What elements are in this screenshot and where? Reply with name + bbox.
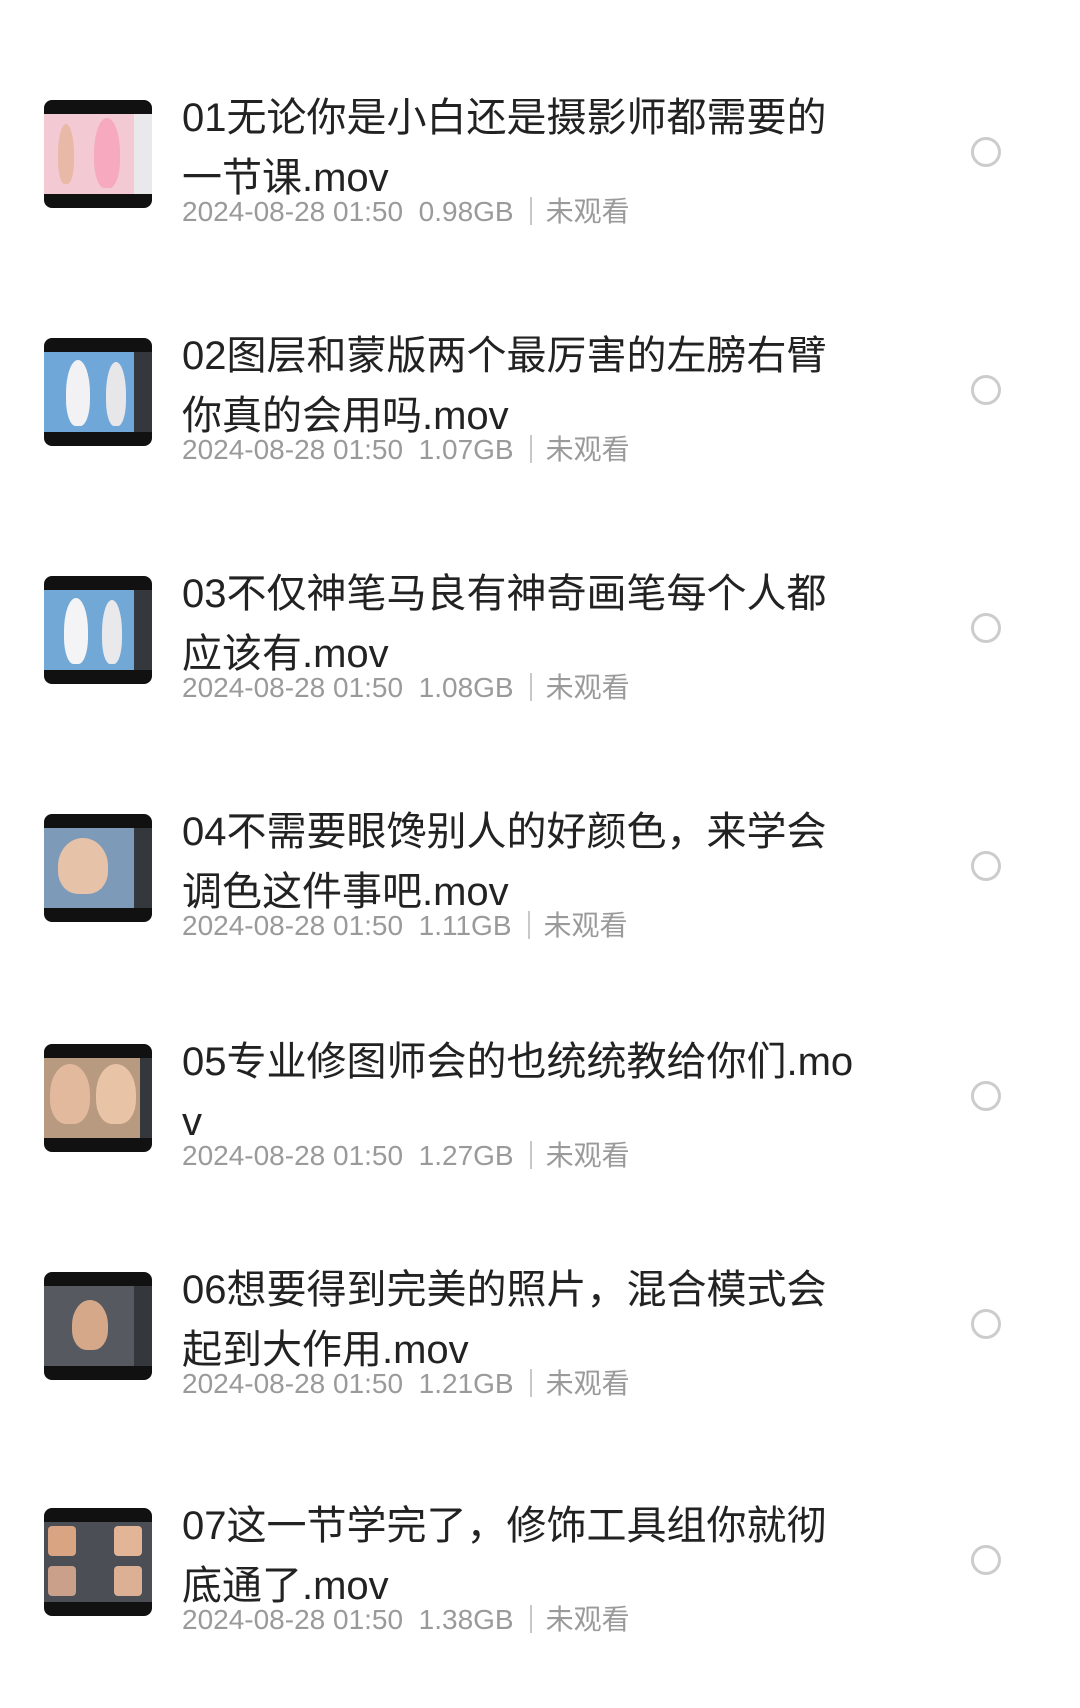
- video-title: 03不仅神笔马良有神奇画笔每个人都应该有.mov: [182, 572, 827, 676]
- video-thumbnail: [44, 814, 152, 922]
- video-thumbnail: [44, 100, 152, 208]
- video-size: 1.08GB: [418, 672, 514, 703]
- watch-status: 未观看: [545, 196, 630, 227]
- watch-status: 未观看: [545, 672, 630, 703]
- watch-status: 未观看: [545, 1140, 630, 1171]
- list-item[interactable]: 01无论你是小白还是摄影师都需要的一节课.mov 2024-08-28 01:5…: [0, 96, 1080, 300]
- video-date: 2024-08-28 01:50: [182, 434, 404, 465]
- select-radio[interactable]: [971, 375, 1001, 405]
- video-title: 07这一节学完了，修饰工具组你就彻底通了.mov: [182, 1504, 827, 1608]
- watch-status: 未观看: [545, 1604, 630, 1635]
- divider: [529, 435, 532, 463]
- video-title: 01无论你是小白还是摄影师都需要的一节课.mov: [182, 96, 827, 200]
- divider: [527, 911, 530, 939]
- video-size: 1.11GB: [418, 910, 512, 941]
- video-thumbnail: [44, 1272, 152, 1380]
- divider: [529, 673, 532, 701]
- video-meta: 2024-08-28 01:50 1.08GB 未观看: [182, 670, 630, 706]
- select-radio[interactable]: [971, 1545, 1001, 1575]
- video-meta: 2024-08-28 01:50 1.21GB 未观看: [182, 1366, 630, 1402]
- video-meta: 2024-08-28 01:50 1.38GB 未观看: [182, 1602, 630, 1638]
- select-radio[interactable]: [971, 137, 1001, 167]
- video-meta: 2024-08-28 01:50 1.27GB 未观看: [182, 1138, 630, 1174]
- video-title: 02图层和蒙版两个最厉害的左膀右臂你真的会用吗.mov: [182, 334, 827, 438]
- watch-status: 未观看: [543, 910, 628, 941]
- select-radio[interactable]: [971, 1309, 1001, 1339]
- video-thumbnail: [44, 576, 152, 684]
- video-meta: 2024-08-28 01:50 1.07GB 未观看: [182, 432, 630, 468]
- list-item[interactable]: 02图层和蒙版两个最厉害的左膀右臂你真的会用吗.mov 2024-08-28 0…: [0, 334, 1080, 538]
- video-title: 06想要得到完美的照片，混合模式会起到大作用.mov: [182, 1268, 827, 1372]
- video-size: 1.07GB: [418, 434, 514, 465]
- video-date: 2024-08-28 01:50: [182, 1368, 404, 1399]
- video-thumbnail: [44, 338, 152, 446]
- video-date: 2024-08-28 01:50: [182, 1604, 404, 1635]
- list-item[interactable]: 07这一节学完了，修饰工具组你就彻底通了.mov 2024-08-28 01:5…: [0, 1504, 1080, 1708]
- list-item[interactable]: 03不仅神笔马良有神奇画笔每个人都应该有.mov 2024-08-28 01:5…: [0, 572, 1080, 776]
- select-radio[interactable]: [971, 851, 1001, 881]
- divider: [529, 1141, 532, 1169]
- video-thumbnail: [44, 1044, 152, 1152]
- video-title: 04不需要眼馋别人的好颜色，来学会调色这件事吧.mov: [182, 810, 827, 914]
- video-meta: 2024-08-28 01:50 0.98GB 未观看: [182, 194, 630, 230]
- select-radio[interactable]: [971, 613, 1001, 643]
- video-thumbnail: [44, 1508, 152, 1616]
- divider: [529, 1605, 532, 1633]
- watch-status: 未观看: [545, 1368, 630, 1399]
- watch-status: 未观看: [545, 434, 630, 465]
- video-date: 2024-08-28 01:50: [182, 196, 404, 227]
- video-size: 0.98GB: [418, 196, 514, 227]
- select-radio[interactable]: [971, 1081, 1001, 1111]
- video-size: 1.38GB: [418, 1604, 514, 1635]
- video-size: 1.27GB: [418, 1140, 514, 1171]
- video-date: 2024-08-28 01:50: [182, 672, 404, 703]
- divider: [529, 197, 532, 225]
- list-item[interactable]: 05专业修图师会的也统统教给你们.mov 2024-08-28 01:50 1.…: [0, 1040, 1080, 1244]
- list-item[interactable]: 04不需要眼馋别人的好颜色，来学会调色这件事吧.mov 2024-08-28 0…: [0, 810, 1080, 1014]
- video-meta: 2024-08-28 01:50 1.11GB 未观看: [182, 908, 628, 944]
- video-title: 05专业修图师会的也统统教给你们.mov: [182, 1040, 854, 1144]
- divider: [529, 1369, 532, 1397]
- video-size: 1.21GB: [418, 1368, 514, 1399]
- list-item[interactable]: 06想要得到完美的照片，混合模式会起到大作用.mov 2024-08-28 01…: [0, 1268, 1080, 1472]
- video-date: 2024-08-28 01:50: [182, 1140, 404, 1171]
- video-date: 2024-08-28 01:50: [182, 910, 404, 941]
